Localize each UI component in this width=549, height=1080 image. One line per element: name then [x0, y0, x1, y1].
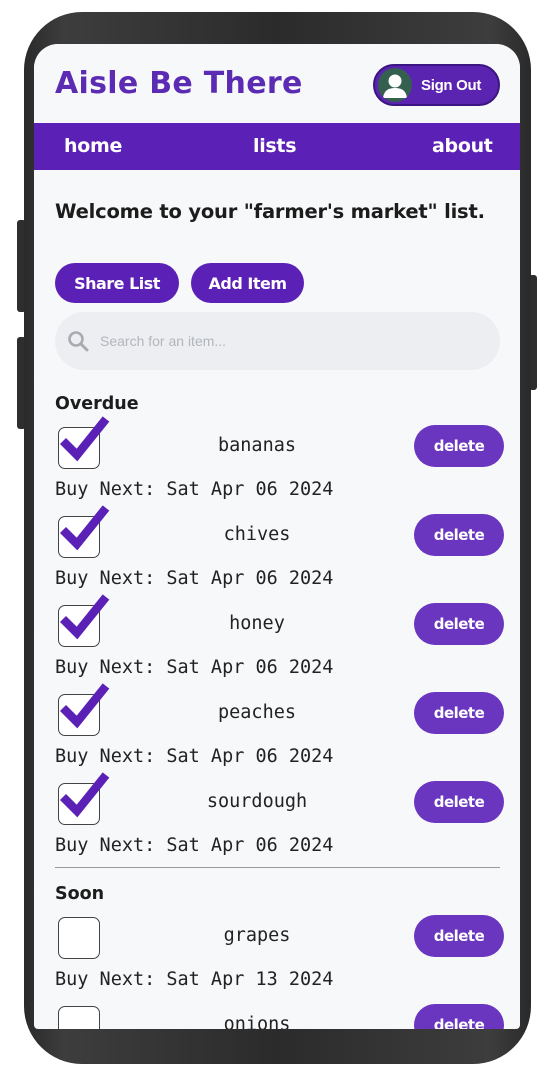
delete-button[interactable]: delete	[414, 603, 504, 645]
section-title-soon: Soon	[55, 884, 105, 904]
section-divider	[55, 867, 500, 868]
share-list-button[interactable]: Share List	[55, 263, 179, 303]
item-checkbox[interactable]	[58, 917, 100, 959]
delete-button[interactable]: delete	[414, 1004, 504, 1029]
app-screen: Aisle Be There Sign Out home lists about…	[34, 44, 520, 1029]
list-item: chives delete Buy Next: Sat Apr 06 2024	[34, 505, 520, 605]
delete-button[interactable]: delete	[414, 915, 504, 957]
welcome-heading: Welcome to your "farmer's market" list.	[55, 200, 485, 223]
buy-next-date: Buy Next: Sat Apr 06 2024	[55, 568, 334, 589]
item-checkbox[interactable]	[58, 772, 110, 825]
item-name: onions	[223, 1014, 291, 1029]
delete-button[interactable]: delete	[414, 514, 504, 556]
checkmark-icon	[59, 416, 110, 462]
delete-button[interactable]: delete	[414, 692, 504, 734]
list-item: onions delete	[34, 1004, 520, 1029]
item-checkbox[interactable]	[58, 683, 110, 736]
buy-next-date: Buy Next: Sat Apr 13 2024	[55, 969, 334, 990]
list-item: sourdough delete Buy Next: Sat Apr 06 20…	[34, 772, 520, 872]
nav-about-link[interactable]: about	[432, 135, 493, 157]
section-title-overdue: Overdue	[55, 394, 139, 414]
nav-home-link[interactable]: home	[64, 135, 122, 157]
item-checkbox[interactable]	[58, 594, 110, 647]
sign-out-label: Sign Out	[421, 76, 482, 94]
list-item: peaches delete Buy Next: Sat Apr 06 2024	[34, 683, 520, 783]
item-checkbox[interactable]	[58, 416, 110, 469]
list-item: grapes delete Buy Next: Sat Apr 13 2024	[34, 915, 520, 1006]
item-name: bananas	[218, 435, 296, 456]
search-input[interactable]	[100, 312, 480, 370]
item-name: grapes	[223, 925, 291, 946]
buy-next-date: Buy Next: Sat Apr 06 2024	[55, 657, 334, 678]
add-item-button[interactable]: Add Item	[191, 263, 304, 303]
item-name: honey	[229, 613, 285, 634]
item-name: chives	[223, 524, 291, 545]
delete-button[interactable]: delete	[414, 781, 504, 823]
nav-lists-link[interactable]: lists	[253, 135, 297, 157]
item-checkbox[interactable]	[58, 1006, 100, 1029]
app-header: Aisle Be There Sign Out	[34, 44, 520, 123]
delete-button[interactable]: delete	[414, 425, 504, 467]
item-name: sourdough	[206, 791, 308, 812]
item-checkbox[interactable]	[58, 505, 110, 558]
main-nav: home lists about	[34, 123, 520, 170]
list-item: honey delete Buy Next: Sat Apr 06 2024	[34, 594, 520, 694]
list-item: bananas delete Buy Next: Sat Apr 06 2024	[34, 416, 520, 516]
sign-out-button[interactable]: Sign Out	[373, 64, 500, 106]
search-icon	[68, 331, 89, 352]
user-avatar-icon	[378, 68, 412, 102]
buy-next-date: Buy Next: Sat Apr 06 2024	[55, 746, 334, 767]
buy-next-date: Buy Next: Sat Apr 06 2024	[55, 479, 334, 500]
app-title: Aisle Be There	[55, 66, 303, 101]
buy-next-date: Buy Next: Sat Apr 06 2024	[55, 835, 334, 856]
item-name: peaches	[218, 702, 296, 723]
search-bar	[55, 312, 500, 370]
